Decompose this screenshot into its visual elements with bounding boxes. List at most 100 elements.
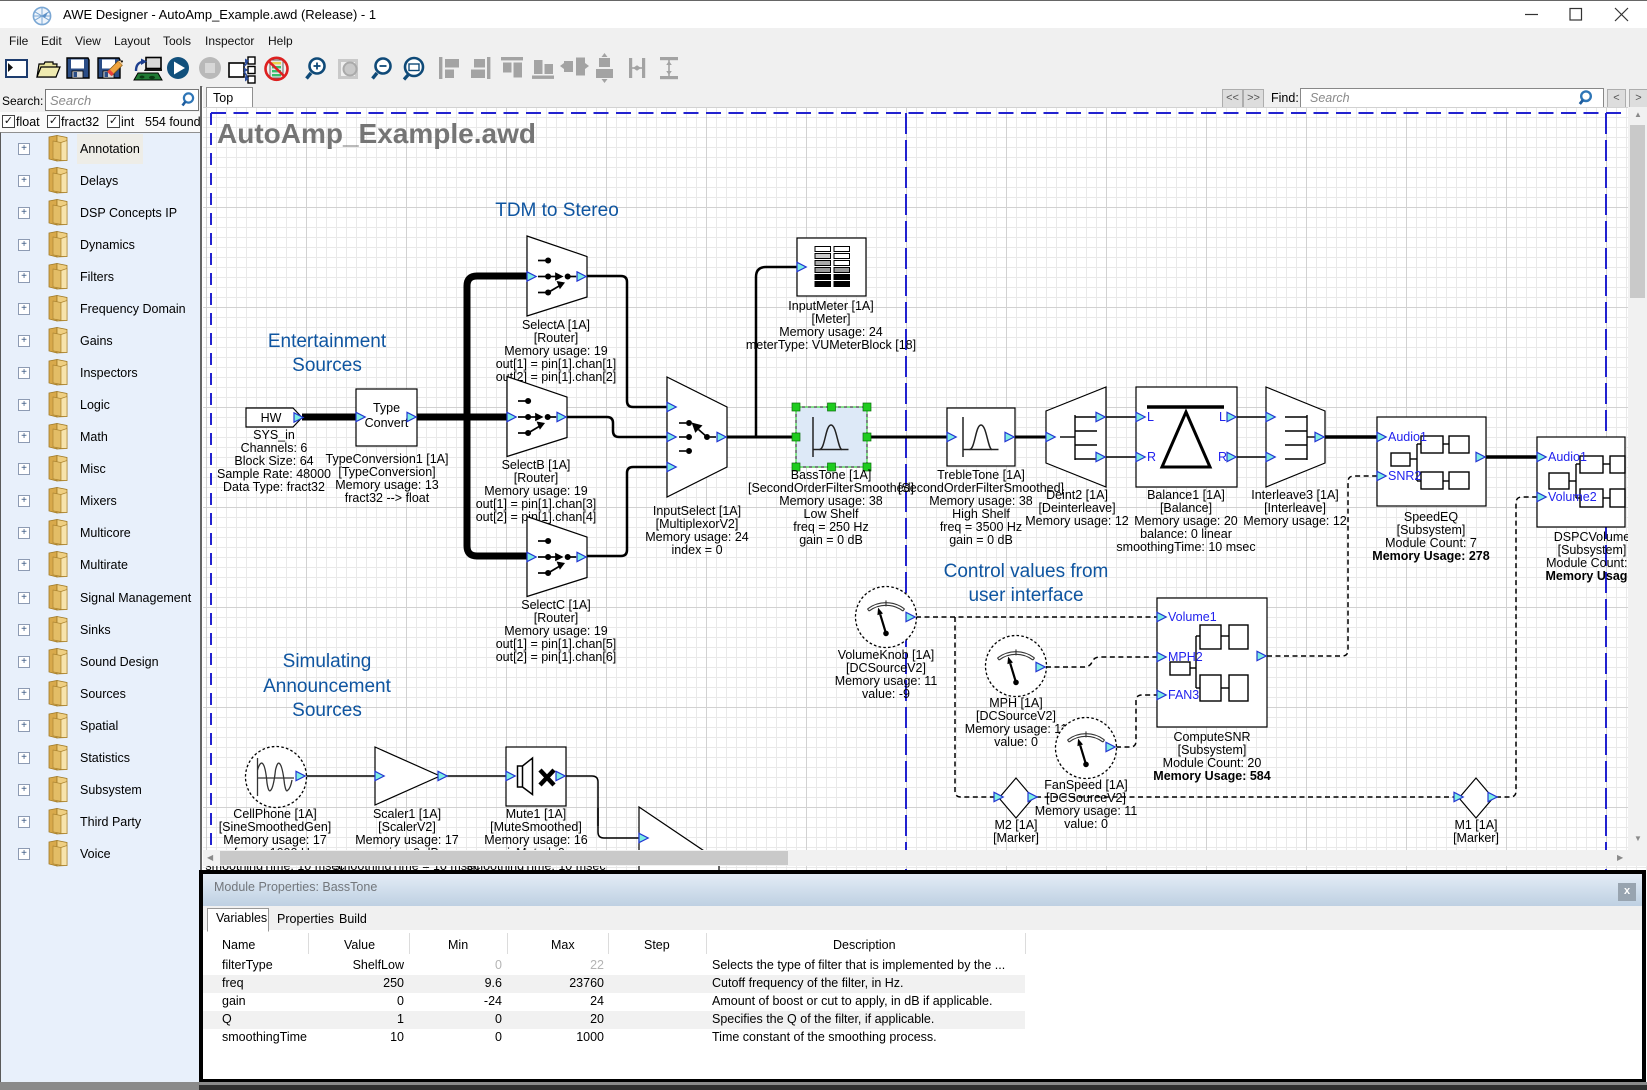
svg-text:SelectB [1A]: SelectB [1A] (502, 458, 571, 472)
svg-text:value: 0: value: 0 (1064, 817, 1108, 831)
svg-text:[ScalerV2]: [ScalerV2] (378, 820, 436, 834)
svg-text:Memory usage: 19: Memory usage: 19 (504, 624, 608, 638)
svg-text:Low Shelf: Low Shelf (804, 507, 859, 521)
svg-text:Memory usage: 17: Memory usage: 17 (223, 833, 327, 847)
svg-text:gain = 0 dB: gain = 0 dB (949, 533, 1013, 547)
svg-text:AutoAmp_Example.awd: AutoAmp_Example.awd (217, 118, 536, 149)
svg-text:[Subsystem]: [Subsystem] (1178, 743, 1247, 757)
svg-text:Channels: 6: Channels: 6 (241, 441, 308, 455)
svg-text:R: R (1218, 450, 1227, 464)
svg-text:Memory usage: 19: Memory usage: 19 (504, 344, 608, 358)
svg-text:InputMeter [1A]: InputMeter [1A] (788, 299, 873, 313)
svg-text:M2 [1A]: M2 [1A] (994, 818, 1037, 832)
svg-text:[Subsystem]: [Subsystem] (1397, 523, 1466, 537)
svg-text:Module Count: 5: Module Count: 5 (1546, 556, 1638, 570)
svg-text:[Router]: [Router] (534, 611, 578, 625)
svg-text:freq = 3500 Hz: freq = 3500 Hz (940, 520, 1022, 534)
svg-text:FanSpeed [1A]: FanSpeed [1A] (1044, 778, 1127, 792)
svg-text:L: L (1147, 410, 1154, 424)
svg-text:[SecondOrderFilterSmoothed]: [SecondOrderFilterSmoothed] (898, 481, 1064, 495)
svg-text:CellPhone [1A]: CellPhone [1A] (233, 807, 316, 821)
svg-text:SelectC [1A]: SelectC [1A] (521, 598, 590, 612)
svg-text:meterType: VUMeterBlock [18]: meterType: VUMeterBlock [18] (746, 338, 916, 352)
svg-text:Memory usage: 17: Memory usage: 17 (355, 833, 459, 847)
svg-text:InputSelect [1A]: InputSelect [1A] (653, 504, 741, 518)
svg-text:DSPCVolume: DSPCVolume (1554, 530, 1630, 544)
svg-text:M1 [1A]: M1 [1A] (1454, 818, 1497, 832)
svg-text:[Marker]: [Marker] (993, 831, 1039, 845)
svg-text:Block Size: 64: Block Size: 64 (234, 454, 313, 468)
svg-text:Balance1 [1A]: Balance1 [1A] (1147, 488, 1225, 502)
svg-text:Memory usage: 13: Memory usage: 13 (335, 478, 439, 492)
svg-text:TDM to Stereo: TDM to Stereo (495, 200, 619, 221)
svg-text:Data Type: fract32: Data Type: fract32 (223, 480, 325, 494)
svg-text:Type: Type (373, 401, 400, 415)
svg-text:Audio1: Audio1 (1548, 450, 1587, 464)
svg-text:TrebleTone [1A]: TrebleTone [1A] (937, 468, 1025, 482)
svg-text:[MultiplexorV2]: [MultiplexorV2] (656, 517, 739, 531)
svg-text:[TypeConversion]: [TypeConversion] (338, 465, 435, 479)
svg-text:BassTone [1A]: BassTone [1A] (791, 468, 872, 482)
svg-text:Convert: Convert (365, 416, 409, 430)
svg-text:[Balance]: [Balance] (1160, 501, 1212, 515)
svg-text:[DCSourceV2]: [DCSourceV2] (1046, 791, 1126, 805)
svg-text:Module Count: 7: Module Count: 7 (1385, 536, 1477, 550)
svg-text:[Interleave]: [Interleave] (1264, 501, 1326, 515)
svg-text:Memory usage: 11: Memory usage: 11 (835, 674, 938, 688)
svg-text:Memory usage: 38: Memory usage: 38 (779, 494, 883, 508)
svg-text:out[1] = pin[1].chan[3]: out[1] = pin[1].chan[3] (476, 497, 597, 511)
svg-text:Memory usage: 20: Memory usage: 20 (1134, 514, 1238, 528)
svg-text:out[1] = pin[1].chan[5]: out[1] = pin[1].chan[5] (496, 637, 617, 651)
svg-text:[DCSourceV2]: [DCSourceV2] (976, 709, 1056, 723)
svg-text:SelectA [1A]: SelectA [1A] (522, 318, 590, 332)
svg-text:Volume1: Volume1 (1168, 610, 1217, 624)
svg-text:out[2] = pin[1].chan[6]: out[2] = pin[1].chan[6] (496, 650, 617, 664)
svg-text:Memory usage: 24: Memory usage: 24 (779, 325, 883, 339)
svg-text:balance: 0 linear: balance: 0 linear (1140, 527, 1232, 541)
svg-text:R: R (1147, 450, 1156, 464)
svg-text:Memory usage: 11: Memory usage: 11 (965, 722, 1068, 736)
svg-text:L: L (1219, 410, 1226, 424)
svg-text:Memory usage: 24: Memory usage: 24 (645, 530, 749, 544)
svg-text:Entertainment: Entertainment (268, 331, 387, 352)
svg-text:Memory usage: 12: Memory usage: 12 (1243, 514, 1347, 528)
svg-text:Memory usage: 38: Memory usage: 38 (929, 494, 1033, 508)
svg-text:user interface: user interface (968, 585, 1083, 606)
svg-text:Memory usage: 12: Memory usage: 12 (1025, 514, 1129, 528)
svg-text:[Marker]: [Marker] (1453, 831, 1499, 845)
svg-text:Sources: Sources (292, 700, 362, 721)
svg-text:MPH [1A]: MPH [1A] (989, 696, 1043, 710)
svg-text:gain = 0 dB: gain = 0 dB (799, 533, 863, 547)
svg-text:[Deinterleave]: [Deinterleave] (1038, 501, 1115, 515)
svg-text:Announcement: Announcement (263, 676, 392, 697)
svg-text:freq = 250 Hz: freq = 250 Hz (793, 520, 868, 534)
svg-text:out[1] = pin[1].chan[1]: out[1] = pin[1].chan[1] (496, 357, 617, 371)
svg-text:value: -9: value: -9 (862, 687, 910, 701)
svg-text:[Subsystem]: [Subsystem] (1558, 543, 1627, 557)
svg-text:[SecondOrderFilterSmoothed]: [SecondOrderFilterSmoothed] (748, 481, 914, 495)
svg-text:Audio1: Audio1 (1388, 430, 1427, 444)
svg-text:Control values from: Control values from (944, 561, 1109, 582)
svg-text:MPH2: MPH2 (1168, 650, 1203, 664)
svg-text:[Router]: [Router] (534, 331, 578, 345)
svg-text:Volume2: Volume2 (1548, 490, 1597, 504)
svg-text:Sample Rate: 48000: Sample Rate: 48000 (217, 467, 331, 481)
svg-text:[Router]: [Router] (514, 471, 558, 485)
svg-text:smoothingTime: 10 msec: smoothingTime: 10 msec (1116, 540, 1255, 554)
svg-text:Interleave3 [1A]: Interleave3 [1A] (1251, 488, 1339, 502)
svg-text:Memory Usage: 278: Memory Usage: 278 (1372, 549, 1489, 563)
svg-text:High Shelf: High Shelf (952, 507, 1010, 521)
svg-text:SNR2: SNR2 (1388, 469, 1421, 483)
svg-text:value: 0: value: 0 (994, 735, 1038, 749)
svg-text:Memory usage: 11: Memory usage: 11 (1035, 804, 1138, 818)
svg-text:FAN3: FAN3 (1168, 688, 1199, 702)
svg-text:ComputeSNR: ComputeSNR (1173, 730, 1250, 744)
svg-text:Memory usage: 16: Memory usage: 16 (484, 833, 588, 847)
svg-text:VolumeKnob [1A]: VolumeKnob [1A] (838, 648, 935, 662)
svg-text:Module Count: 20: Module Count: 20 (1163, 756, 1262, 770)
svg-text:SYS_in: SYS_in (253, 428, 295, 442)
svg-text:Simulating: Simulating (283, 651, 372, 672)
svg-text:[DCSourceV2]: [DCSourceV2] (846, 661, 926, 675)
svg-text:[MuteSmoothed]: [MuteSmoothed] (490, 820, 582, 834)
svg-text:[Meter]: [Meter] (812, 312, 851, 326)
